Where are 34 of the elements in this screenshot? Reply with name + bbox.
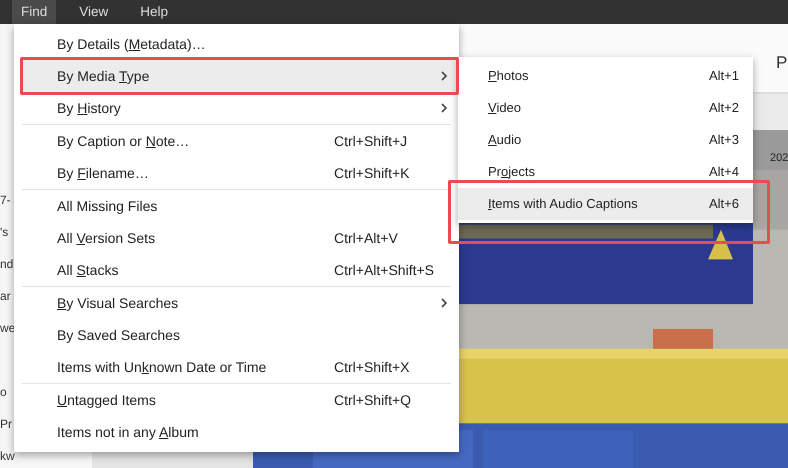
submenu-item[interactable]: Photos Alt+1	[458, 60, 753, 92]
sidebar-item[interactable]: ar	[0, 280, 11, 312]
submenu-item[interactable]: Audio Alt+3	[458, 124, 753, 156]
timeline-year-label: 202	[770, 150, 788, 166]
submenu-item[interactable]: Video Alt+2	[458, 92, 753, 124]
menu-item[interactable]: Items with Unknown Date or Time Ctrl+Shift+X	[22, 351, 459, 383]
menu-item[interactable]: By Filename… Ctrl+Shift+K	[22, 157, 459, 189]
menu-item[interactable]: By History	[22, 92, 459, 124]
sidebar-item[interactable]: Pr	[0, 408, 12, 440]
chevron-icon	[439, 297, 449, 309]
submenu-item[interactable]: Projects Alt+4	[458, 156, 753, 188]
menu-item[interactable]: By Caption or Note… Ctrl+Shift+J	[22, 125, 459, 157]
sidebar-item[interactable]: o	[0, 376, 7, 408]
sidebar-item[interactable]: 7-	[0, 184, 11, 216]
sidebar-item[interactable]: nd	[0, 248, 14, 280]
chevron-icon	[439, 70, 449, 82]
menu-bar-item[interactable]: Find	[12, 0, 56, 24]
menu-item[interactable]: By Saved Searches	[22, 319, 459, 351]
menu-item[interactable]: All Version Sets Ctrl+Alt+V	[22, 222, 459, 254]
tab-label[interactable]: Pl	[776, 50, 788, 76]
sidebar-item[interactable]: we	[0, 312, 16, 344]
menu-item[interactable]: Items not in any Album	[22, 416, 459, 448]
menu-bar-item[interactable]: View	[70, 0, 118, 24]
menu-item[interactable]: By Media Type	[22, 60, 459, 92]
submenu-item[interactable]: Items with Audio Captions Alt+6	[458, 188, 753, 220]
menu-bar-item[interactable]: Help	[131, 0, 178, 24]
chevron-icon	[439, 102, 449, 114]
menu-item[interactable]: All Stacks Ctrl+Alt+Shift+S	[22, 254, 459, 286]
sidebar-item[interactable]: kw	[0, 440, 15, 468]
menu-item[interactable]: All Missing Files	[22, 190, 459, 222]
sidebar-item[interactable]: 's	[0, 216, 8, 248]
menu-item[interactable]: By Visual Searches	[22, 287, 459, 319]
menu-item[interactable]: Untagged Items Ctrl+Shift+Q	[22, 384, 459, 416]
menu-item[interactable]: By Details (Metadata)…	[22, 28, 459, 60]
